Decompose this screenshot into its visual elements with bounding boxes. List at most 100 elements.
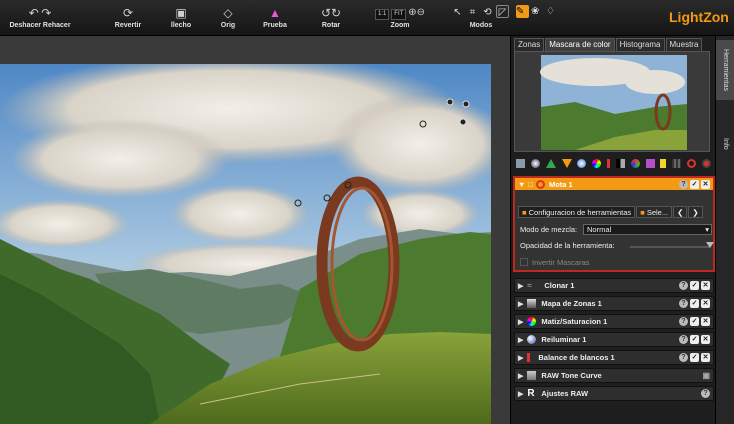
black-white-tool-icon[interactable] (615, 158, 625, 168)
lock-icon: ▣ (702, 371, 710, 380)
expand-triangle-icon[interactable]: ▶ (518, 318, 523, 326)
bookmark-icon[interactable]: □ (528, 180, 533, 189)
enable-checkbox[interactable]: ✓ (690, 179, 699, 189)
region-mode-icon[interactable]: ◸ (496, 5, 509, 18)
tab-histogram[interactable]: Histograma (615, 38, 665, 51)
blur-tool-icon[interactable] (561, 158, 572, 168)
tool-row-raw-adjust[interactable]: ▶ R Ajustes RAW ? (514, 386, 714, 401)
close-icon[interactable]: ✕ (701, 179, 710, 189)
spot-tool-icon (535, 179, 545, 189)
zoom-fit-button[interactable]: FIT (391, 9, 407, 20)
rotate-label: Rotar (321, 22, 341, 29)
crop-icon[interactable]: ⌗ (466, 6, 479, 19)
panel-tabs: Zonas Mascara de color Histograma Muestr… (514, 38, 703, 51)
help-icon[interactable]: ? (679, 335, 688, 344)
enable-checkbox[interactable]: ✓ (690, 281, 699, 290)
expand-triangle-icon[interactable]: ▶ (518, 390, 523, 398)
done-label: llecho (170, 22, 192, 29)
help-icon[interactable]: ? (679, 353, 688, 362)
help-icon[interactable]: ? (701, 389, 710, 398)
preview-thumbnail (514, 51, 710, 152)
tool-row-zone-map[interactable]: ▶ Mapa de Zonas 1 ? ✓ ✕ (514, 296, 714, 311)
channel-mixer-tool-icon[interactable] (630, 158, 640, 168)
expand-triangle-icon[interactable]: ▶ (518, 300, 523, 308)
opacity-slider[interactable] (630, 242, 714, 248)
revert-button[interactable]: ⟳ Revertir (108, 4, 148, 29)
help-icon[interactable]: ? (679, 299, 688, 308)
filter-tool-icon[interactable] (660, 158, 667, 168)
invert-mask-label: Invertir Mascaras (532, 258, 590, 267)
tool-label: Ajustes RAW (541, 389, 589, 398)
proof-button[interactable]: ▲ Prueba (258, 4, 292, 29)
color-balance-tool-icon[interactable] (577, 158, 587, 168)
expand-triangle-icon[interactable]: ▶ (518, 354, 523, 362)
tab-tool-config[interactable]: ■ Configuracion de herramientas (518, 206, 636, 218)
rotate-icon[interactable]: ↺↻ (316, 4, 346, 22)
arrow-mode-icon[interactable]: ↖ (451, 6, 464, 19)
tool-row-raw-tone-curve[interactable]: ▶ RAW Tone Curve ▣ (514, 368, 714, 383)
slider-handle[interactable] (706, 242, 714, 248)
droplet-icon[interactable]: ♢ (546, 5, 559, 18)
expand-triangle-icon[interactable]: ▶ (518, 336, 523, 344)
tab-color-mask[interactable]: Mascara de color (545, 38, 615, 51)
photo[interactable] (0, 64, 491, 424)
expand-triangle-icon[interactable]: ▼ (518, 180, 525, 189)
undo-redo-group[interactable]: ↶ ↷ Deshacer Rehacer (8, 4, 72, 29)
help-icon[interactable]: ? (679, 281, 688, 290)
sharpen-tool-icon[interactable] (545, 158, 556, 168)
tab-selection[interactable]: ■ Sele... (636, 206, 673, 218)
relight-tool-icon[interactable] (530, 158, 540, 168)
app-logo: LightZon (669, 9, 729, 25)
blend-mode-select[interactable]: Normal ▾ (583, 224, 712, 235)
expand-triangle-icon[interactable]: ▶ (518, 372, 523, 380)
tool-label: Clonar 1 (544, 281, 575, 290)
spot-tool-title: Mota 1 (548, 179, 573, 189)
blend-mode-value: Normal (587, 225, 612, 234)
tab-tools[interactable]: Herramientas (716, 40, 734, 100)
expand-triangle-icon[interactable]: ▶ (518, 282, 523, 290)
tool-row-clone[interactable]: ▶ ≈ Clonar 1 ? ✓ ✕ (514, 278, 714, 293)
side-tabs: Herramientas Info (715, 36, 734, 424)
tool-row-white-balance[interactable]: ▶ Balance de blancos 1 ? ✓ ✕ (514, 350, 714, 365)
tab-next-icon[interactable]: ❯ (688, 206, 703, 218)
tab-zones[interactable]: Zonas (514, 38, 545, 51)
tab-info[interactable]: Info (716, 132, 734, 156)
orig-button[interactable]: ◇ Orig (214, 4, 242, 29)
tool-row-hue-saturation[interactable]: ▶ Matiz/Saturacion 1 ? ✓ ✕ (514, 314, 714, 329)
done-button[interactable]: ▣ llecho (166, 4, 196, 29)
enable-checkbox[interactable]: ✓ (690, 299, 699, 308)
spot-tool-header[interactable]: ▼ □ Mota 1 ? ✓ ✕ (515, 178, 713, 190)
undo-redo-icon[interactable]: ↶ ↷ (8, 4, 72, 22)
invert-mask-checkbox[interactable] (520, 258, 528, 266)
close-icon[interactable]: ✕ (701, 317, 710, 326)
spot-tool-panel: ▼ □ Mota 1 ? ✓ ✕ ■ Configuracion de herr… (513, 176, 715, 272)
image-canvas[interactable] (0, 36, 510, 424)
color-tint-tool-icon[interactable] (645, 158, 655, 168)
grid-tool-icon[interactable] (672, 158, 682, 168)
tool-row-relight[interactable]: ▶ Reiluminar 1 ? ✓ ✕ (514, 332, 714, 347)
enable-checkbox[interactable]: ✓ (690, 335, 699, 344)
tab-prev-icon[interactable]: ❮ (673, 206, 688, 218)
rotate-crop-icon[interactable]: ⟲ (481, 6, 494, 19)
modes-label: Modos (469, 22, 493, 29)
enable-checkbox[interactable]: ✓ (690, 353, 699, 362)
zone-mapper-tool-icon[interactable] (516, 158, 525, 168)
lasso-icon[interactable]: ❀ (531, 5, 544, 18)
thermometer-tool-icon[interactable] (607, 158, 611, 168)
close-icon[interactable]: ✕ (701, 353, 710, 362)
close-icon[interactable]: ✕ (701, 281, 710, 290)
zoom-1to1-button[interactable]: 1:1 (374, 9, 390, 20)
close-icon[interactable]: ✕ (701, 335, 710, 344)
help-icon[interactable]: ? (679, 179, 688, 189)
zoom-out-icon[interactable]: ⊖ (417, 7, 425, 18)
tab-sample[interactable]: Muestra (665, 38, 703, 51)
zoom-in-icon[interactable]: ⊕ (408, 7, 416, 18)
spot-brush-icon[interactable]: ✎ (516, 5, 529, 18)
hue-saturation-tool-icon[interactable] (592, 158, 602, 168)
spot-tool-icon[interactable] (701, 158, 711, 168)
close-icon[interactable]: ✕ (701, 299, 710, 308)
enable-checkbox[interactable]: ✓ (690, 317, 699, 326)
rotate-group[interactable]: ↺↻ Rotar (316, 4, 346, 29)
red-eye-tool-icon[interactable] (687, 158, 697, 168)
help-icon[interactable]: ? (679, 317, 688, 326)
